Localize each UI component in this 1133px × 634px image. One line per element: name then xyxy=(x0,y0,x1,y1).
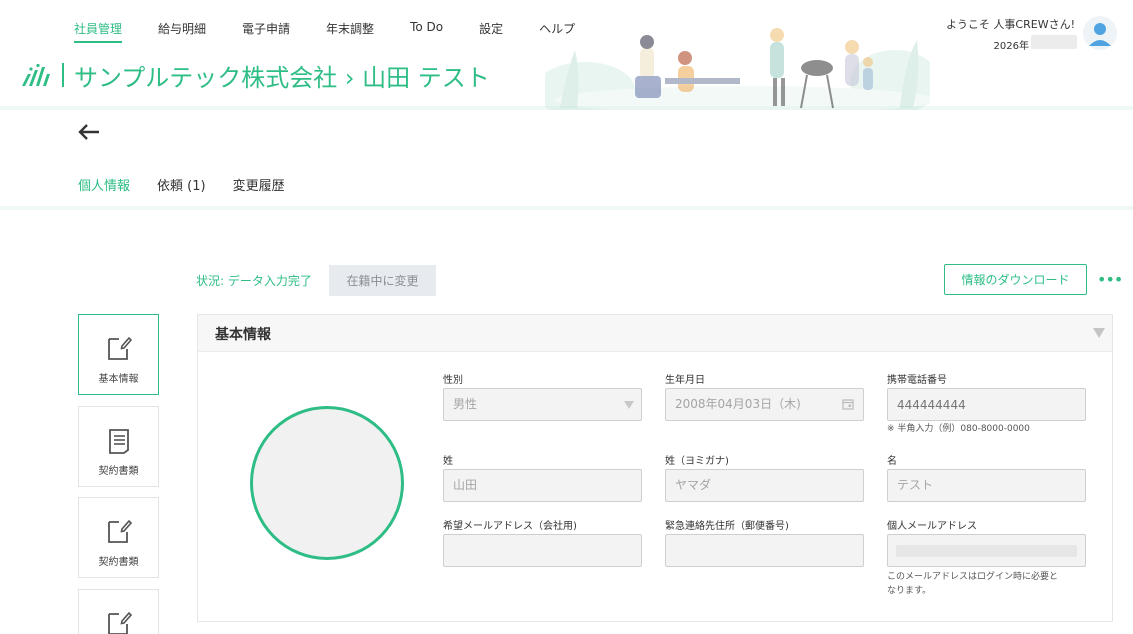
mobile-label: 携帯電話番号 xyxy=(887,375,947,386)
preferred-email-label: 希望メールアドレス（会社用) xyxy=(443,521,577,532)
nav-item-todo[interactable]: To Do xyxy=(410,20,443,43)
side-menu-label: 基本情報 xyxy=(98,374,139,385)
status-text: 状況: データ入力完了 xyxy=(196,274,312,288)
change-to-employed-button[interactable]: 在籍中に変更 xyxy=(329,265,436,296)
side-menu-contract-documents[interactable]: 契約書類 xyxy=(78,406,159,487)
birthdate-value: 2008年04月03日（木) xyxy=(675,397,801,411)
current-date-year: 2026年 xyxy=(993,41,1029,52)
redacted-email xyxy=(896,545,1077,557)
edit-note-icon xyxy=(107,611,132,634)
emergency-postal-input[interactable] xyxy=(665,534,864,567)
app-header: 社員管理 給与明細 電子申請 年末調整 To Do 設定 ヘルプ サンプルテック… xyxy=(0,0,1133,110)
personal-email-input[interactable] xyxy=(887,534,1086,567)
first-name-label: 名 xyxy=(887,456,897,467)
gender-label: 性別 xyxy=(443,375,463,386)
first-name-value: テスト xyxy=(897,478,934,492)
profile-photo-placeholder[interactable] xyxy=(250,406,404,560)
personal-email-hint-line2: なります。 xyxy=(887,586,932,596)
nav-item-employee-management[interactable]: 社員管理 xyxy=(74,20,123,43)
personal-email-hint-line1: このメールアドレスはログイン時に必要と xyxy=(887,572,1059,582)
nav-item-payslip[interactable]: 給与明細 xyxy=(158,20,206,43)
family-bbq-illustration xyxy=(545,28,930,110)
emergency-postal-label: 緊急連絡先住所（郵便番号) xyxy=(665,521,789,532)
side-menu-item-4[interactable] xyxy=(78,589,159,634)
side-menu-basic-info[interactable]: 基本情報 xyxy=(78,314,159,395)
tab-change-history[interactable]: 変更履歴 xyxy=(233,175,285,209)
last-name-kana-value: ヤマダ xyxy=(675,478,712,492)
gender-value: 男性 xyxy=(453,397,478,411)
panel-title: 基本情報 xyxy=(215,327,271,343)
back-arrow-icon[interactable] xyxy=(78,122,100,147)
nav-item-e-application[interactable]: 電子申請 xyxy=(242,20,290,43)
collapse-caret-icon[interactable] xyxy=(1093,328,1105,338)
tab-requests[interactable]: 依頼 (1) xyxy=(157,175,206,209)
first-name-input[interactable]: テスト xyxy=(887,469,1086,502)
redacted-date xyxy=(1031,35,1077,49)
last-name-kana-label: 姓（ヨミガナ) xyxy=(665,456,729,467)
last-name-kana-input[interactable]: ヤマダ xyxy=(665,469,864,502)
preferred-email-input[interactable] xyxy=(443,534,642,567)
welcome-message: ようこそ 人事CREWさん! xyxy=(945,18,1075,31)
side-menu-contract-documents-2[interactable]: 契約書類 xyxy=(78,497,159,578)
dropdown-caret-icon xyxy=(624,401,634,409)
birthdate-label: 生年月日 xyxy=(665,375,705,386)
panel-header[interactable]: 基本情報 xyxy=(198,315,1112,352)
last-name-value: 山田 xyxy=(453,478,478,492)
document-list-icon xyxy=(108,429,129,454)
gender-select[interactable]: 男性 xyxy=(443,388,642,421)
page-title: サンプルテック株式会社 › 山田 テスト xyxy=(74,64,490,92)
mobile-input[interactable] xyxy=(887,388,1086,421)
last-name-input[interactable]: 山田 xyxy=(443,469,642,502)
side-menu-label: 契約書類 xyxy=(98,557,139,568)
basic-info-panel: 基本情報 性別 男性 生年月日 2008年04月03日（木) 携帯電話番号 ※ … xyxy=(197,314,1113,622)
nav-item-settings[interactable]: 設定 xyxy=(479,20,503,43)
more-options-icon[interactable]: ••• xyxy=(1097,270,1123,289)
side-menu-label: 契約書類 xyxy=(98,466,139,477)
personal-email-label: 個人メールアドレス xyxy=(887,521,977,532)
last-name-label: 姓 xyxy=(443,456,453,467)
tab-personal-info[interactable]: 個人情報 xyxy=(78,175,131,209)
calendar-icon[interactable] xyxy=(842,398,854,410)
profile-tabs: 個人情報 依頼 (1) 変更履歴 xyxy=(78,175,312,209)
mobile-hint: ※ 半角入力（例）080-8000-0000 xyxy=(887,424,1030,434)
nav-item-year-end-adjustment[interactable]: 年末調整 xyxy=(326,20,374,43)
edit-note-icon xyxy=(107,336,132,360)
birthdate-field[interactable]: 2008年04月03日（木) xyxy=(665,388,864,421)
user-avatar[interactable] xyxy=(1083,16,1117,50)
logo-separator xyxy=(62,63,64,87)
download-info-button[interactable]: 情報のダウンロード xyxy=(944,264,1087,295)
user-avatar-icon xyxy=(1089,23,1111,46)
company-logo-icon[interactable] xyxy=(20,62,50,88)
edit-note-icon xyxy=(107,519,132,543)
tabs-divider xyxy=(0,206,1133,210)
main-nav: 社員管理 給与明細 電子申請 年末調整 To Do 設定 ヘルプ xyxy=(74,20,611,43)
